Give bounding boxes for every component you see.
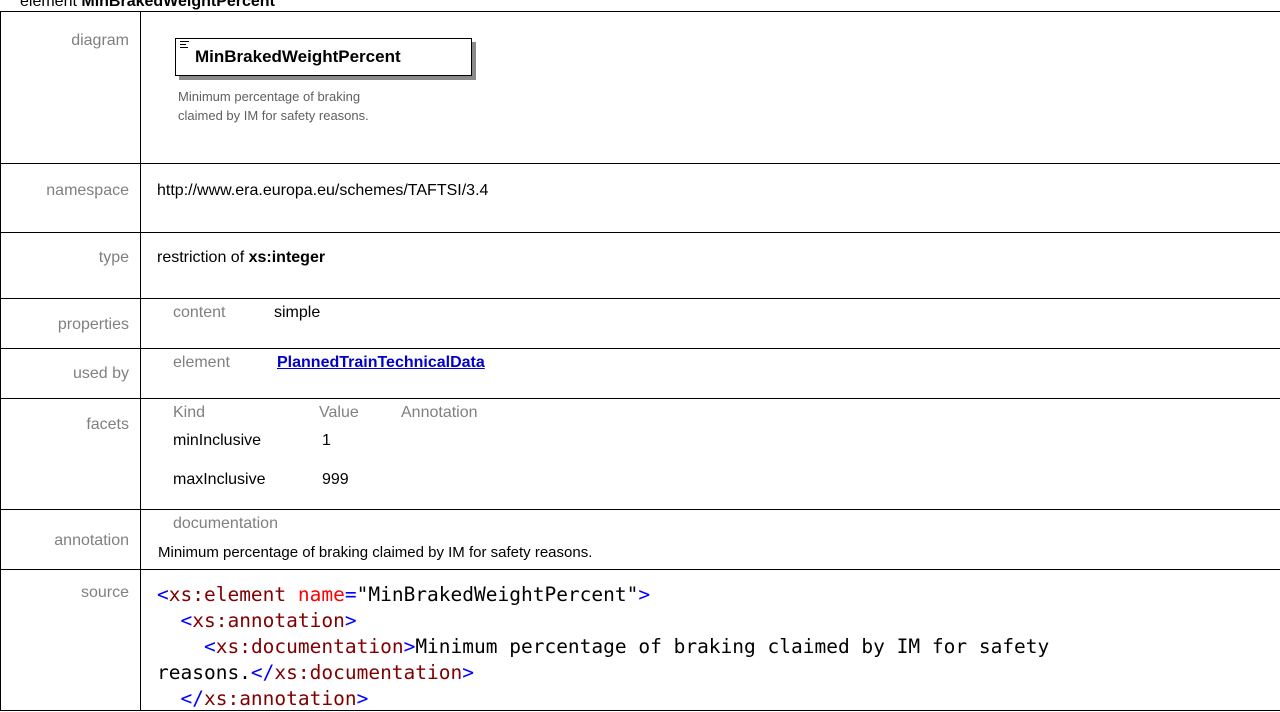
namespace-label: namespace: [1, 164, 141, 233]
type-prefix: restriction of: [157, 249, 249, 266]
used-by-kind: element: [173, 354, 230, 372]
used-by-link[interactable]: PlannedTrainTechnicalData: [277, 354, 485, 372]
used-by-cell: element PlannedTrainTechnicalData: [141, 349, 1280, 399]
page-title-prefix: element: [20, 0, 81, 10]
source-cell: <xs:element name="MinBrakedWeightPercent…: [141, 570, 1280, 711]
element-doc-table: diagram MinBrakedWeightPercent Minimum p…: [0, 11, 1280, 711]
properties-label: properties: [1, 299, 141, 349]
diagram-element-name: MinBrakedWeightPercent: [195, 47, 401, 67]
property-key: content: [173, 304, 225, 322]
facet-kind: minInclusive: [173, 432, 261, 450]
type-value: restriction of xs:integer: [141, 233, 1280, 299]
properties-row: properties content simple: [1, 299, 1280, 349]
type-label: type: [1, 233, 141, 299]
facets-label: facets: [1, 399, 141, 510]
properties-cell: content simple: [141, 299, 1280, 349]
facet-value: 999: [322, 471, 349, 489]
namespace-row: namespace http://www.era.europa.eu/schem…: [1, 164, 1280, 233]
annotation-row: annotation documentation Minimum percent…: [1, 510, 1280, 570]
facets-row: facets Kind Value Annotation minInclusiv…: [1, 399, 1280, 510]
property-value: simple: [274, 304, 320, 322]
facet-header-kind: Kind: [173, 404, 205, 422]
facet-value: 1: [322, 432, 331, 450]
annotation-text: Minimum percentage of braking claimed by…: [158, 544, 592, 561]
facet-header-value: Value: [319, 404, 359, 422]
used-by-row: used by element PlannedTrainTechnicalDat…: [1, 349, 1280, 399]
annotation-cell: documentation Minimum percentage of brak…: [141, 510, 1280, 570]
source-label: source: [1, 570, 141, 711]
used-by-label: used by: [1, 349, 141, 399]
diagram-label: diagram: [1, 12, 141, 164]
diagram-cell: MinBrakedWeightPercent Minimum percentag…: [141, 12, 1280, 164]
facets-cell: Kind Value Annotation minInclusive 1 max…: [141, 399, 1280, 510]
type-base: xs:integer: [249, 249, 325, 266]
source-code: <xs:element name="MinBrakedWeightPercent…: [157, 582, 1049, 712]
namespace-value: http://www.era.europa.eu/schemes/TAFTSI/…: [141, 164, 1280, 233]
annotation-label: annotation: [1, 510, 141, 570]
diagram-row: diagram MinBrakedWeightPercent Minimum p…: [1, 12, 1280, 164]
page-title-name: MinBrakedWeightPercent: [81, 0, 275, 10]
annotation-kind: documentation: [173, 515, 278, 533]
source-row: source <xs:element name="MinBrakedWeight…: [1, 570, 1280, 711]
documentation-icon: [180, 41, 189, 49]
facet-kind: maxInclusive: [173, 471, 265, 489]
type-row: type restriction of xs:integer: [1, 233, 1280, 299]
facet-header-annotation: Annotation: [401, 404, 478, 422]
element-diagram-box[interactable]: MinBrakedWeightPercent: [175, 38, 472, 76]
diagram-description: Minimum percentage of braking claimed by…: [178, 87, 378, 125]
